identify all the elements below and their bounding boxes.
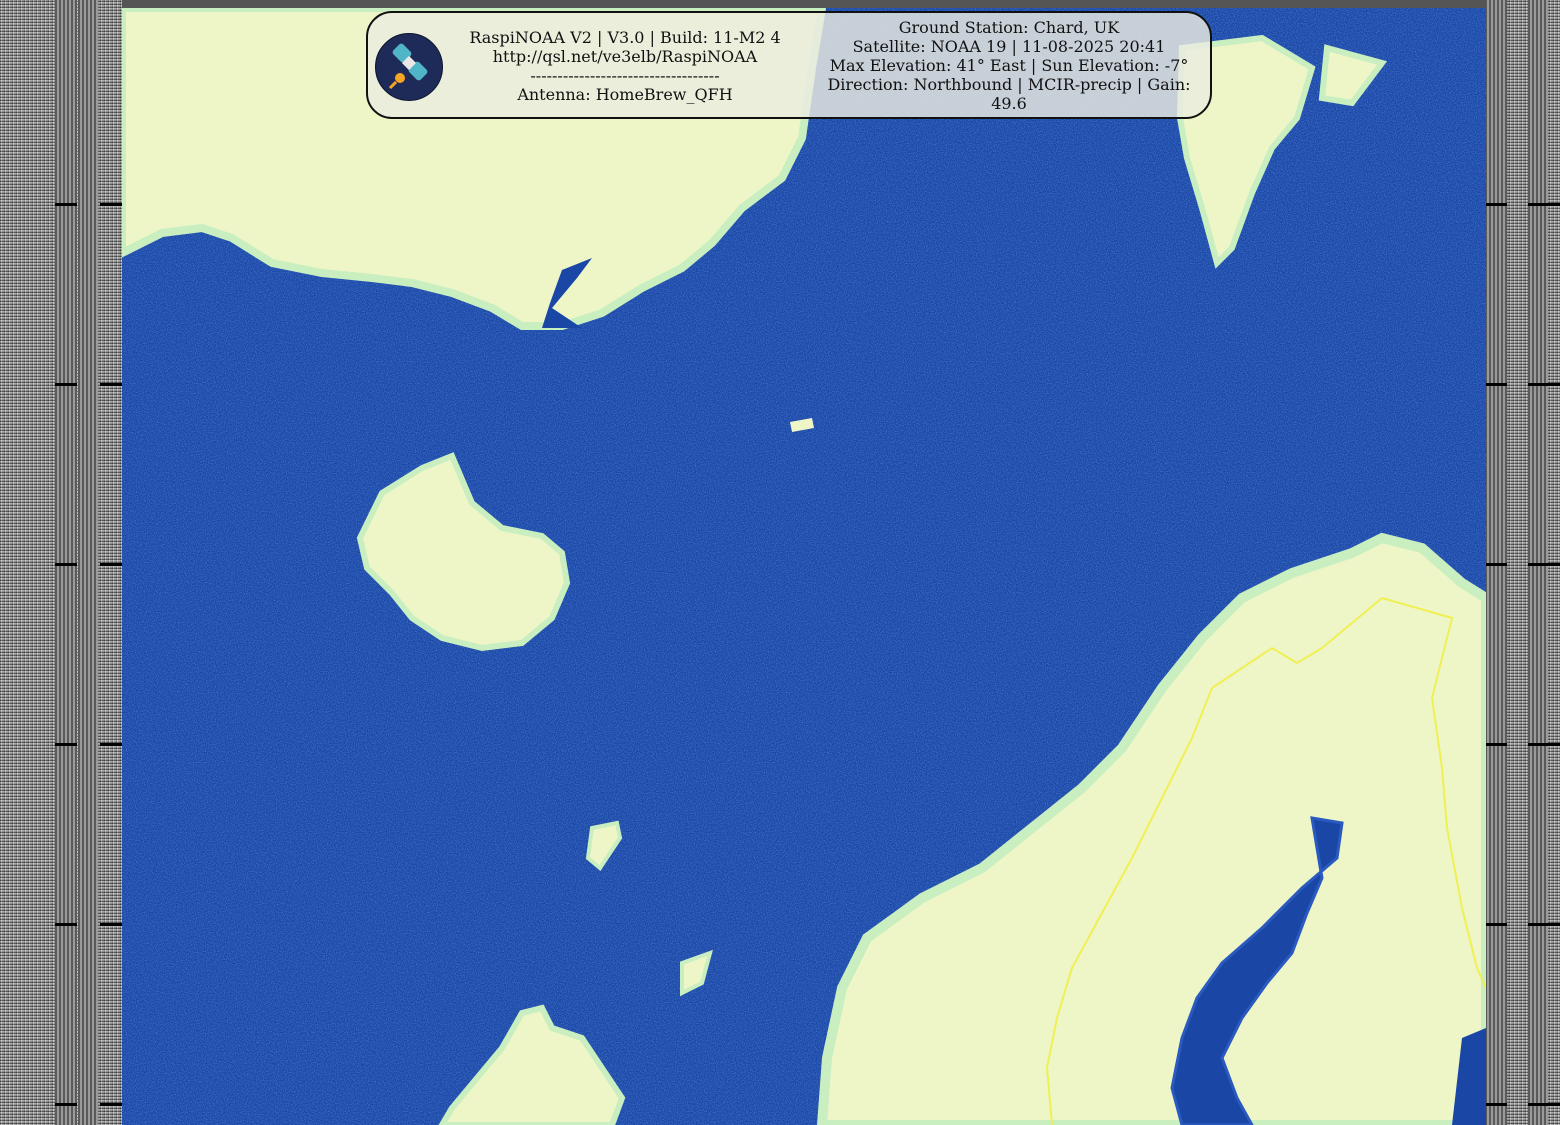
tick-mark — [1528, 743, 1560, 746]
tick-mark — [55, 563, 77, 566]
tick-mark — [1528, 203, 1560, 206]
info-overlay-panel: RaspiNOAA V2 | V3.0 | Build: 11-M2 4 htt… — [366, 11, 1212, 119]
tick-mark — [1528, 563, 1560, 566]
ground-station: Ground Station: Chard, UK — [898, 18, 1120, 37]
satellite-icon — [375, 33, 443, 101]
left-sync-bar-2 — [78, 0, 98, 1125]
satellite-logo-graphic — [388, 43, 428, 90]
station-software-info: RaspiNOAA V2 | V3.0 | Build: 11-M2 4 htt… — [450, 28, 800, 104]
tick-mark — [1528, 923, 1560, 926]
elevation-info: Max Elevation: 41° East | Sun Elevation:… — [829, 56, 1189, 75]
tick-mark — [100, 1103, 122, 1106]
project-url: http://qsl.net/ve3elb/RaspiNOAA — [492, 47, 758, 66]
tick-mark — [55, 923, 77, 926]
satellite-pass-time: Satellite: NOAA 19 | 11-08-2025 20:41 — [852, 37, 1166, 56]
tick-mark — [55, 1103, 77, 1106]
tick-mark — [1485, 383, 1507, 386]
tick-mark — [100, 203, 122, 206]
software-version: RaspiNOAA V2 | V3.0 | Build: 11-M2 4 — [469, 28, 781, 47]
tick-mark — [55, 203, 77, 206]
top-grey-strip — [122, 0, 1486, 8]
antenna-info: Antenna: HomeBrew_QFH — [517, 85, 733, 104]
separator-line: ----------------------------------- — [530, 66, 720, 85]
pass-details: Ground Station: Chard, UK Satellite: NOA… — [820, 18, 1198, 113]
tick-mark — [1528, 1103, 1560, 1106]
satellite-image — [122, 8, 1486, 1125]
tick-mark — [1485, 1103, 1507, 1106]
left-telemetry-noise — [0, 0, 122, 1125]
tick-mark — [100, 563, 122, 566]
tick-mark — [1485, 923, 1507, 926]
tick-mark — [100, 743, 122, 746]
tick-mark — [1528, 383, 1560, 386]
tick-mark — [100, 383, 122, 386]
tick-mark — [55, 743, 77, 746]
tick-mark — [1485, 203, 1507, 206]
tick-mark — [100, 923, 122, 926]
tick-mark — [1485, 743, 1507, 746]
right-telemetry-noise — [1485, 0, 1560, 1125]
satellite-map — [122, 8, 1486, 1125]
tick-mark — [1485, 563, 1507, 566]
direction-enhancement-gain: Direction: Northbound | MCIR-precip | Ga… — [827, 75, 1191, 113]
tick-mark — [55, 383, 77, 386]
